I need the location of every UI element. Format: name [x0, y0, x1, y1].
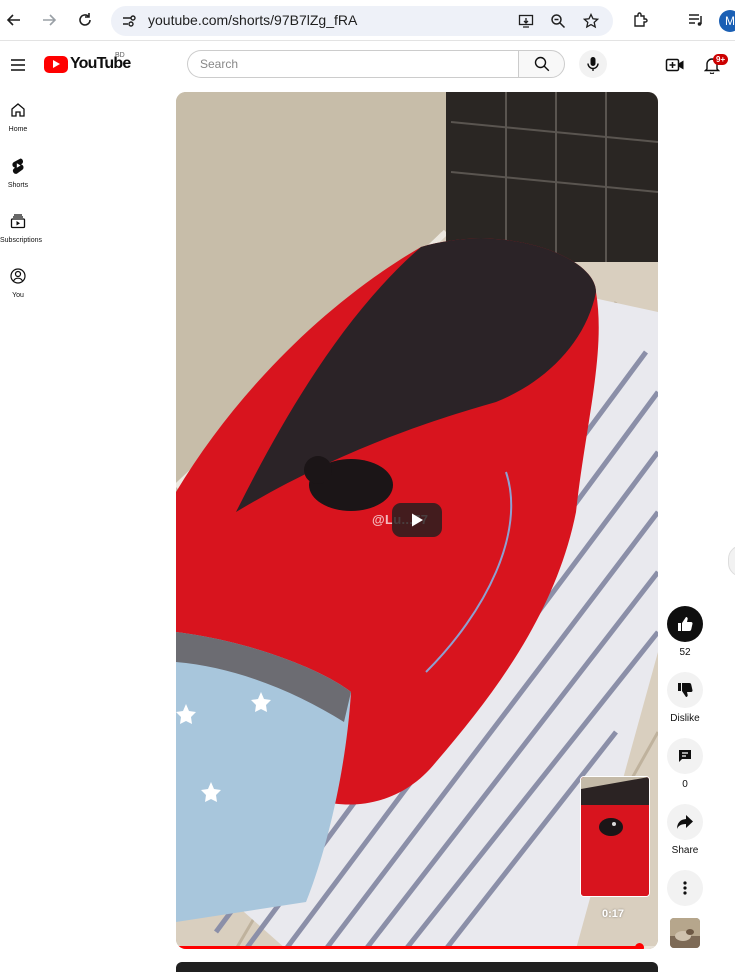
search-icon: [534, 56, 549, 72]
voice-search-button[interactable]: [579, 50, 607, 78]
sidebar-item-you[interactable]: You: [0, 268, 36, 299]
search-input[interactable]: Search: [187, 50, 518, 78]
zoom-icon[interactable]: [549, 12, 567, 30]
search-button[interactable]: [518, 50, 565, 78]
shorts-video-player[interactable]: @Lu...77 0:17: [176, 92, 658, 949]
forward-arrow-icon: [43, 14, 57, 26]
preview-thumbnail: [580, 776, 650, 897]
more-circle[interactable]: [667, 870, 703, 906]
back-arrow-icon: [6, 14, 20, 26]
forward-button[interactable]: [37, 8, 61, 32]
youtube-logo[interactable]: YouTube BD: [44, 52, 131, 73]
create-button[interactable]: [665, 55, 685, 75]
progress-bar[interactable]: [176, 943, 658, 949]
video-time: 0:17: [602, 908, 625, 920]
back-button[interactable]: [2, 8, 26, 32]
share-circle[interactable]: [667, 804, 703, 840]
browser-toolbar: youtube.com/shorts/97B7lZg_fRA M: [0, 0, 735, 41]
play-button[interactable]: [392, 503, 442, 537]
notification-badge: 9+: [713, 54, 729, 65]
comment-count: 0: [682, 779, 688, 790]
share-label: Share: [671, 845, 699, 856]
next-short-preview[interactable]: [176, 962, 658, 972]
puzzle-icon: [634, 12, 648, 27]
channel-avatar[interactable]: [670, 918, 700, 948]
youtube-play-logo-icon: [44, 55, 68, 73]
install-app-icon[interactable]: [517, 12, 535, 30]
profile-avatar[interactable]: M: [719, 10, 735, 32]
hamburger-menu-icon: [11, 59, 25, 71]
subscriptions-icon: [10, 214, 26, 229]
url-text: youtube.com/shorts/97B7lZg_fRA: [148, 12, 358, 28]
thumbs-up-icon: [678, 617, 693, 631]
reload-icon: [79, 13, 91, 26]
thumbs-down-icon: [678, 683, 693, 697]
share-button[interactable]: Share: [667, 804, 703, 856]
youtube-masthead: YouTube BD Search 9+: [0, 41, 735, 89]
dislike-button[interactable]: Dislike: [667, 672, 703, 724]
sidebar-item-label: Subscriptions: [0, 237, 43, 244]
share-arrow-icon: [677, 815, 693, 829]
you-icon: [10, 268, 26, 284]
home-icon: [11, 103, 25, 117]
like-button[interactable]: 52: [667, 606, 703, 658]
like-count: 52: [679, 647, 691, 658]
site-settings-icon[interactable]: [120, 12, 138, 30]
media-controls-button[interactable]: [684, 8, 708, 32]
sidebar-item-label: You: [12, 292, 24, 299]
like-circle[interactable]: [667, 606, 703, 642]
search-placeholder: Search: [200, 57, 239, 71]
sidebar-item-shorts[interactable]: Shorts: [0, 157, 36, 189]
address-bar[interactable]: youtube.com/shorts/97B7lZg_fRA: [111, 6, 613, 36]
preview-thumbnail-image: [581, 777, 649, 896]
shorts-icon: [12, 158, 24, 174]
dislike-circle[interactable]: [667, 672, 703, 708]
more-actions-button[interactable]: [667, 870, 703, 906]
reload-button[interactable]: [73, 8, 97, 32]
progress-fill: [176, 946, 639, 949]
country-code: BD: [115, 52, 125, 59]
sidebar-item-label: Shorts: [7, 182, 29, 189]
progress-scrubber[interactable]: [634, 943, 644, 949]
extensions-button[interactable]: [629, 8, 653, 32]
queue-music-icon: [689, 14, 702, 26]
guide-menu-button[interactable]: [8, 55, 28, 75]
dislike-label: Dislike: [670, 713, 700, 724]
microphone-icon: [587, 57, 599, 71]
bookmark-star-icon[interactable]: [582, 12, 600, 30]
comments-circle[interactable]: [667, 738, 703, 774]
play-icon: [412, 513, 423, 527]
channel-avatar-image: [670, 918, 700, 948]
sidebar-item-label: Home: [8, 126, 28, 133]
more-vert-icon: [683, 881, 687, 895]
comments-button[interactable]: 0: [667, 738, 703, 790]
sidebar-item-home[interactable]: Home: [0, 102, 36, 133]
next-video-nav-button[interactable]: [728, 545, 735, 577]
create-video-icon: [665, 58, 684, 72]
comment-icon: [679, 750, 691, 762]
sidebar-item-subscriptions[interactable]: Subscriptions: [0, 213, 43, 244]
